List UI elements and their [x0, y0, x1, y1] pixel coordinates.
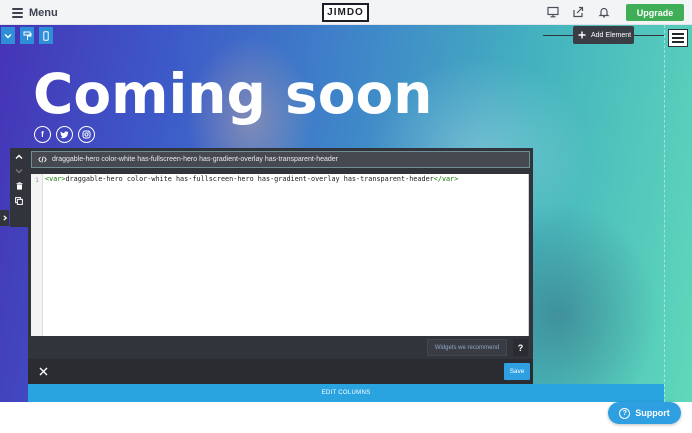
instagram-icon[interactable] — [78, 126, 95, 143]
column-guide — [664, 25, 665, 402]
line-number: 1 — [35, 176, 39, 184]
menu-button[interactable]: Menu — [12, 4, 58, 21]
plus-icon — [578, 31, 586, 39]
code-close-tag: </var> — [433, 175, 459, 183]
monitor-icon[interactable] — [547, 6, 559, 18]
chevron-down-button[interactable] — [1, 27, 15, 44]
facebook-icon[interactable]: f — [34, 126, 51, 143]
editor-footer: Save — [28, 359, 533, 384]
jimdo-logo[interactable]: JIMDO — [322, 3, 369, 22]
hero-menu-button[interactable] — [668, 29, 688, 47]
code-line[interactable]: <var>draggable-hero color-white has-full… — [45, 175, 458, 183]
duplicate-button[interactable] — [10, 194, 28, 208]
question-icon: ? — [619, 407, 631, 419]
delete-button[interactable] — [10, 179, 28, 193]
edit-columns-button[interactable]: EDIT COLUMNS — [28, 384, 664, 402]
close-icon[interactable] — [36, 364, 50, 378]
code-body: draggable-hero color-white has-fullscree… — [65, 175, 434, 183]
hero-title[interactable]: Coming soon — [33, 63, 432, 125]
add-element-line-left — [543, 35, 573, 36]
paint-roller-button[interactable] — [20, 27, 34, 44]
upgrade-button[interactable]: Upgrade — [626, 4, 684, 21]
save-button[interactable]: Save — [504, 363, 530, 380]
support-label: Support — [635, 408, 670, 418]
bell-icon[interactable] — [598, 6, 610, 18]
code-open-tag: <var> — [45, 175, 66, 183]
add-element-line-right — [634, 35, 664, 36]
mobile-icon — [43, 30, 49, 41]
move-up-button[interactable] — [10, 150, 28, 164]
page: Menu JIMDO Upgrade Coming soon f Add Ele… — [0, 0, 692, 433]
html-editor-panel: draggable-hero color-white has-fullscree… — [28, 148, 533, 384]
copy-icon — [15, 197, 23, 205]
share-icon[interactable] — [572, 6, 584, 18]
move-down-button[interactable] — [10, 164, 28, 178]
twitter-icon[interactable] — [56, 126, 73, 143]
line-gutter: 1 — [31, 174, 43, 336]
expand-sidebar-button[interactable] — [0, 210, 9, 226]
mobile-view-button[interactable] — [39, 27, 53, 44]
menu-label: Menu — [29, 6, 58, 19]
editor-header: draggable-hero color-white has-fullscree… — [31, 151, 530, 168]
code-editor[interactable]: 1 <var>draggable-hero color-white has-fu… — [31, 174, 529, 336]
block-controls — [10, 148, 28, 227]
add-element-label: Add Element — [591, 31, 632, 39]
trash-icon — [16, 182, 22, 190]
add-element-button[interactable]: Add Element — [573, 26, 634, 44]
chevron-right-icon — [2, 215, 7, 221]
top-bar: Menu JIMDO Upgrade — [0, 0, 692, 25]
hamburger-icon — [12, 7, 23, 18]
help-button[interactable]: ? — [513, 339, 528, 356]
paint-roller-icon — [23, 31, 31, 40]
widgets-recommend-button[interactable]: Widgets we recommend — [427, 339, 507, 356]
editor-header-text: draggable-hero color-white has-fullscree… — [52, 156, 338, 163]
code-icon — [38, 156, 47, 163]
chevron-down-icon — [4, 33, 12, 38]
chevron-down-icon — [15, 169, 23, 174]
chevron-up-icon — [15, 154, 23, 159]
support-button[interactable]: ? Support — [608, 402, 681, 424]
